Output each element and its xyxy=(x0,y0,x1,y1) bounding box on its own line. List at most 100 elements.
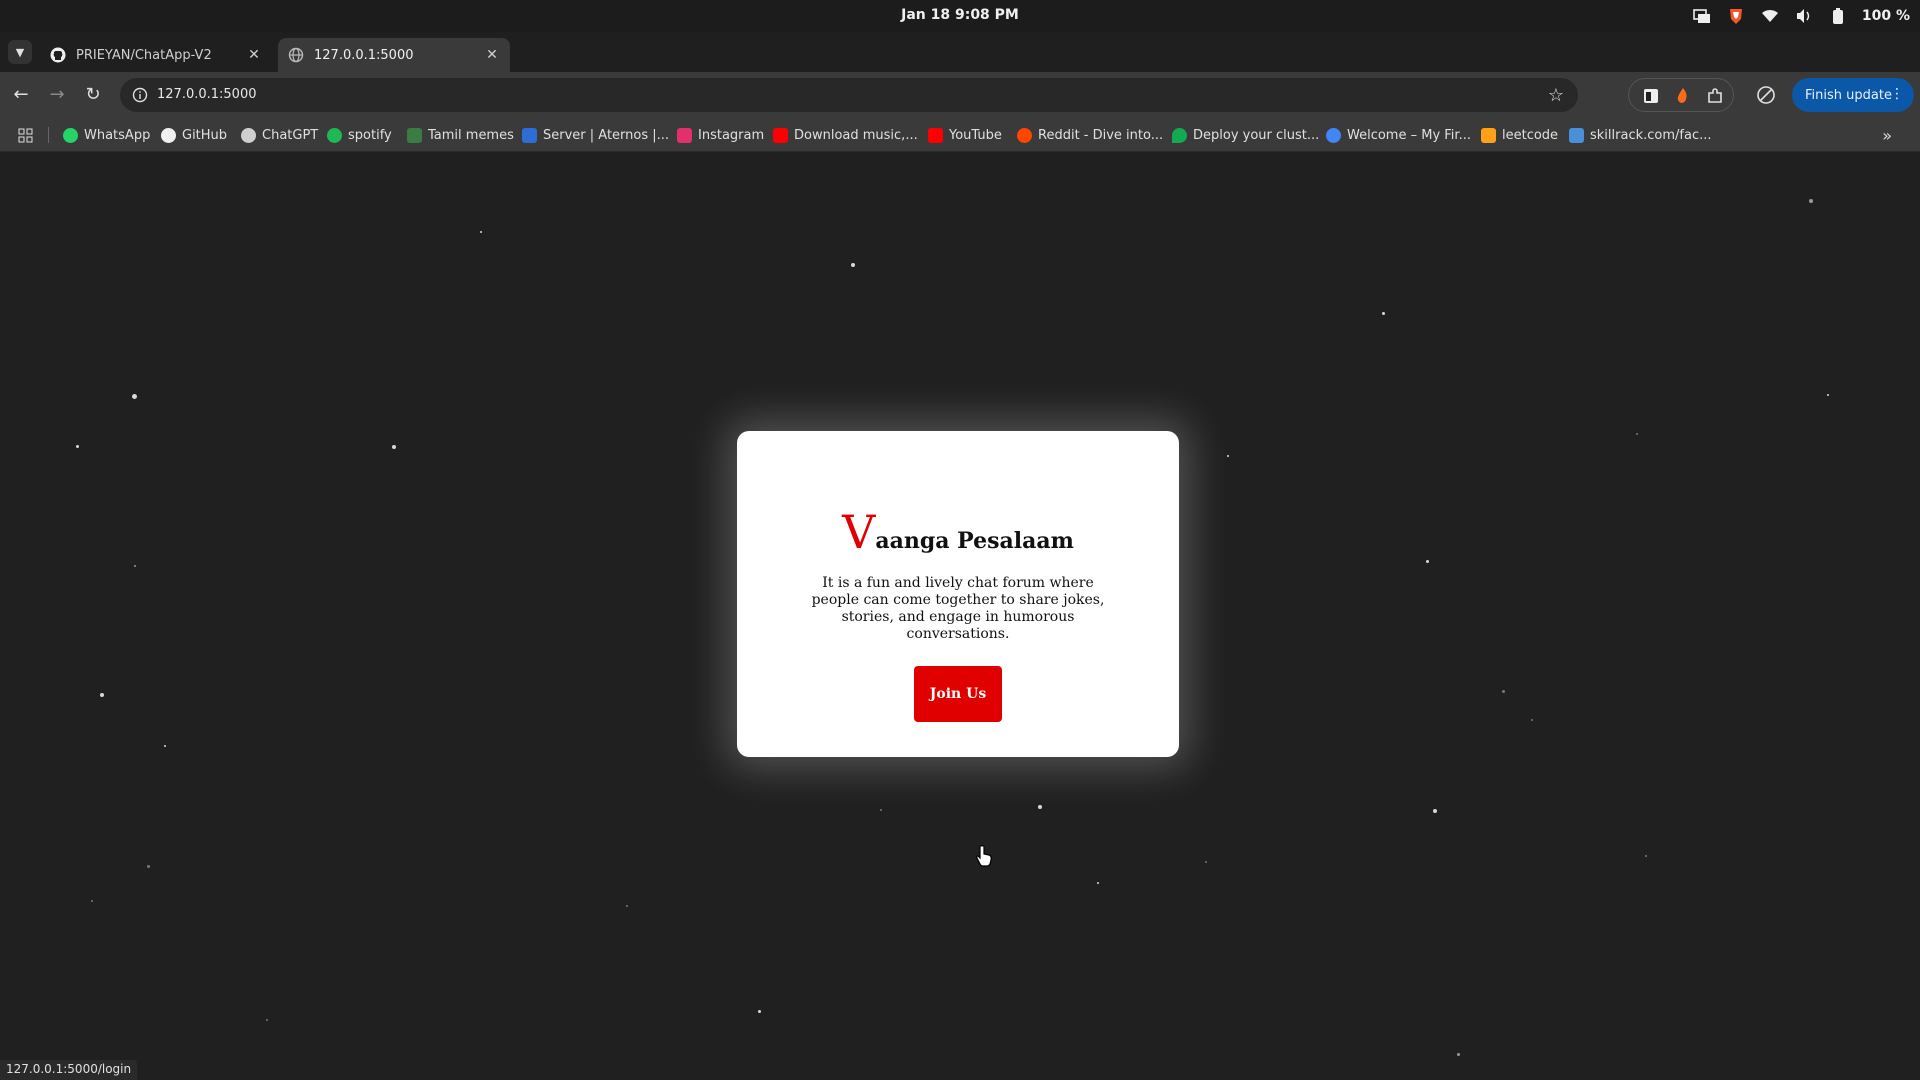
star-decoration xyxy=(880,809,882,811)
star-decoration xyxy=(1433,809,1437,813)
tab-title: PRIEYAN/ChatApp-V2 xyxy=(76,47,212,63)
url-text[interactable]: 127.0.0.1:5000 xyxy=(157,87,257,102)
star-decoration xyxy=(758,1010,761,1013)
join-us-button[interactable]: Join Us xyxy=(914,666,1002,722)
bookmark-chatgpt[interactable]: ChatGPT xyxy=(241,126,318,144)
star-decoration xyxy=(164,745,166,747)
close-icon[interactable]: ✕ xyxy=(246,47,262,63)
github-icon xyxy=(161,127,176,143)
system-clock[interactable]: Jan 18 9:08 PM xyxy=(0,7,1920,23)
skillrack-icon xyxy=(1569,127,1584,143)
app-title: Vaanga Pesalaam xyxy=(737,505,1179,559)
star-decoration xyxy=(1382,312,1385,315)
extension-icon[interactable] xyxy=(1641,86,1661,106)
puzzle-icon[interactable] xyxy=(1705,86,1725,106)
browser-toolbar: ← → ↻ 127.0.0.1:5000 ☆ Finish update ⋮ xyxy=(0,72,1920,118)
star-decoration xyxy=(1502,690,1505,693)
chevron-double-right-icon[interactable]: » xyxy=(1882,126,1892,145)
star-decoration xyxy=(626,905,628,907)
star-decoration xyxy=(1636,433,1638,435)
aternos-icon xyxy=(522,127,537,143)
bookmark-aternos[interactable]: Server | Aternos |... xyxy=(522,126,669,144)
star-decoration xyxy=(1457,1053,1460,1056)
bookmark-skillrack[interactable]: skillrack.com/fac... xyxy=(1569,126,1712,144)
battery-icon[interactable] xyxy=(1828,6,1848,26)
extensions-group xyxy=(1628,78,1734,112)
star-decoration xyxy=(134,565,136,567)
battery-percent: 100 % xyxy=(1861,8,1910,24)
chatgpt-icon xyxy=(241,127,256,143)
star-decoration xyxy=(1205,861,1207,863)
reddit-icon xyxy=(1017,127,1032,143)
tab-strip: ▼ PRIEYAN/ChatApp-V2 ✕ 127.0.0.1:5000 ✕ … xyxy=(0,32,1920,94)
tab-search-button[interactable]: ▼ xyxy=(8,40,32,64)
bookmarks-divider xyxy=(48,127,49,143)
reload-icon[interactable]: ↻ xyxy=(82,84,104,106)
instagram-icon xyxy=(677,127,692,143)
star-decoration xyxy=(266,1019,268,1021)
forward-arrow-icon[interactable]: → xyxy=(46,84,68,106)
star-decoration xyxy=(1531,719,1533,721)
bookmark-tamil-memes[interactable]: Tamil memes xyxy=(407,126,514,144)
bookmark-star-icon[interactable]: ☆ xyxy=(1548,85,1564,106)
brave-icon[interactable] xyxy=(1726,6,1746,26)
page-viewport: Vaanga Pesalaam It is a fun and lively c… xyxy=(0,153,1920,1080)
star-decoration xyxy=(1227,455,1229,457)
close-icon[interactable]: ✕ xyxy=(484,47,500,63)
star-decoration xyxy=(851,263,855,267)
bookmark-github[interactable]: GitHub xyxy=(161,126,227,144)
star-decoration xyxy=(1097,882,1099,884)
tab-github[interactable]: PRIEYAN/ChatApp-V2 ✕ xyxy=(40,38,272,72)
status-bar-url: 127.0.0.1:5000/login xyxy=(0,1060,138,1080)
youtube-icon xyxy=(773,127,788,143)
github-icon xyxy=(50,47,66,63)
welcome-card: Vaanga Pesalaam It is a fun and lively c… xyxy=(737,431,1179,757)
star-decoration xyxy=(147,865,150,868)
bookmark-reddit[interactable]: Reddit - Dive into... xyxy=(1017,126,1163,144)
leetcode-icon xyxy=(1481,127,1496,143)
bookmarks-bar: WhatsApp GitHub ChatGPT spotify Tamil me… xyxy=(0,118,1920,152)
tab-localhost[interactable]: 127.0.0.1:5000 ✕ xyxy=(278,38,510,72)
system-tray[interactable]: 100 % xyxy=(1692,6,1910,26)
star-decoration xyxy=(1038,805,1042,809)
chevron-down-icon: ▼ xyxy=(15,45,25,59)
address-bar[interactable]: 127.0.0.1:5000 ☆ xyxy=(120,78,1578,112)
bookmark-spotify[interactable]: spotify xyxy=(327,126,392,144)
globe-icon xyxy=(288,47,304,63)
bookmark-mongodb[interactable]: Deploy your clust... xyxy=(1172,126,1319,144)
whatsapp-icon xyxy=(63,127,78,143)
star-decoration xyxy=(1645,855,1647,857)
star-decoration xyxy=(1426,560,1429,563)
star-decoration xyxy=(392,445,396,449)
star-decoration xyxy=(1809,199,1813,203)
bookmark-youtube[interactable]: YouTube xyxy=(928,126,1002,144)
bookmark-whatsapp[interactable]: WhatsApp xyxy=(63,126,150,144)
bookmark-instagram[interactable]: Instagram xyxy=(677,126,764,144)
star-decoration xyxy=(132,394,137,399)
wifi-icon[interactable] xyxy=(1760,6,1780,26)
star-decoration xyxy=(91,900,93,902)
volume-icon[interactable] xyxy=(1794,6,1814,26)
app-title-initial: V xyxy=(842,505,876,559)
finish-update-button[interactable]: Finish update ⋮ xyxy=(1792,78,1914,112)
star-decoration xyxy=(480,231,482,233)
star-decoration xyxy=(1827,394,1829,396)
star-decoration xyxy=(76,445,79,448)
profile-icon[interactable] xyxy=(1756,85,1776,105)
star-decoration xyxy=(100,693,104,697)
site-info-icon[interactable] xyxy=(132,87,148,103)
back-arrow-icon[interactable]: ← xyxy=(10,84,32,106)
hand-cursor-icon xyxy=(976,845,994,867)
google-icon xyxy=(1326,127,1341,143)
youtube-icon xyxy=(928,127,943,143)
bookmark-firebase[interactable]: Welcome – My Fir... xyxy=(1326,126,1471,144)
flame-extension-icon[interactable] xyxy=(1673,86,1693,106)
bookmark-leetcode[interactable]: leetcode xyxy=(1481,126,1558,144)
tab-title: 127.0.0.1:5000 xyxy=(314,47,414,63)
apps-grid-icon[interactable] xyxy=(18,126,33,144)
app-title-rest: aanga Pesalaam xyxy=(875,528,1074,554)
more-vert-icon[interactable]: ⋮ xyxy=(1890,86,1904,102)
system-top-bar: Jan 18 9:08 PM 100 % xyxy=(0,0,1920,32)
screen-share-icon[interactable] xyxy=(1692,6,1712,26)
bookmark-download-music[interactable]: Download music,... xyxy=(773,126,918,144)
